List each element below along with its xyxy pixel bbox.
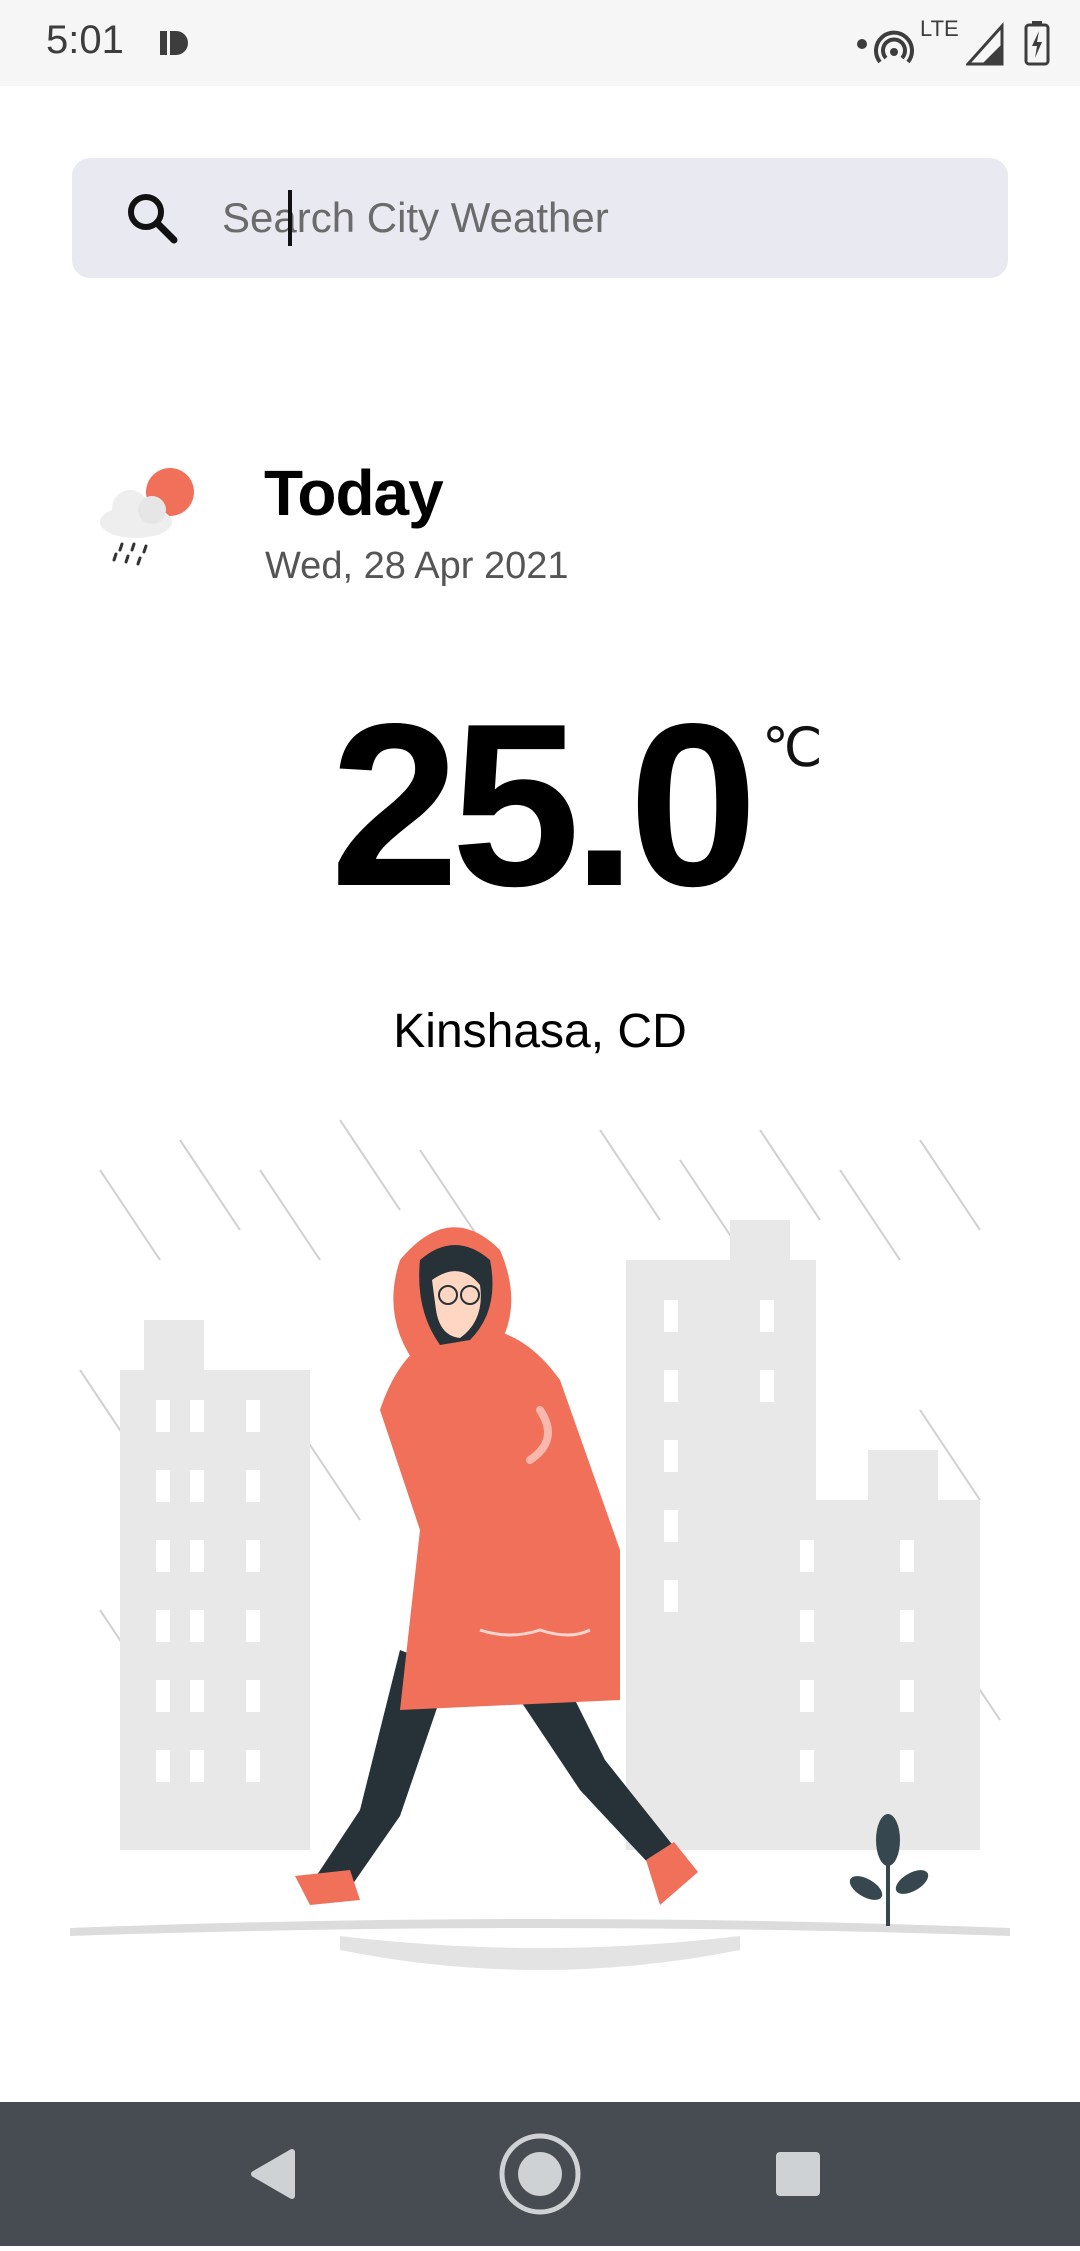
temperature-unit: ℃ (762, 718, 823, 778)
battery-charging-icon (1024, 21, 1050, 66)
search-icon[interactable] (124, 190, 180, 251)
home-button[interactable] (460, 2102, 620, 2246)
signal-icon (966, 22, 1004, 66)
status-time: 5:01 (46, 18, 124, 62)
rain-walking-illustration (60, 1110, 1020, 2010)
recents-icon[interactable] (718, 2102, 878, 2246)
back-icon[interactable] (196, 2102, 356, 2246)
today-title: Today (264, 457, 444, 529)
dot-icon (857, 39, 867, 49)
rain-cloud-sun-icon (92, 462, 202, 577)
back-button[interactable] (196, 2102, 356, 2246)
home-icon[interactable] (460, 2102, 620, 2246)
system-nav-bar (0, 2102, 1080, 2246)
data-saver-icon (158, 28, 192, 63)
status-bar: 5:01 LTE (0, 0, 1080, 86)
text-cursor (288, 190, 292, 246)
network-type-label: LTE (920, 16, 959, 41)
recents-button[interactable] (718, 2102, 878, 2246)
search-bar[interactable] (72, 158, 1008, 278)
hotspot-icon (874, 30, 914, 64)
location-label: Kinshasa, CD (393, 1005, 687, 1058)
today-date: Wed, 28 Apr 2021 (265, 545, 569, 587)
search-input[interactable] (216, 176, 982, 260)
left-building (120, 1320, 310, 1850)
temperature-value: 25.0 (330, 676, 758, 935)
